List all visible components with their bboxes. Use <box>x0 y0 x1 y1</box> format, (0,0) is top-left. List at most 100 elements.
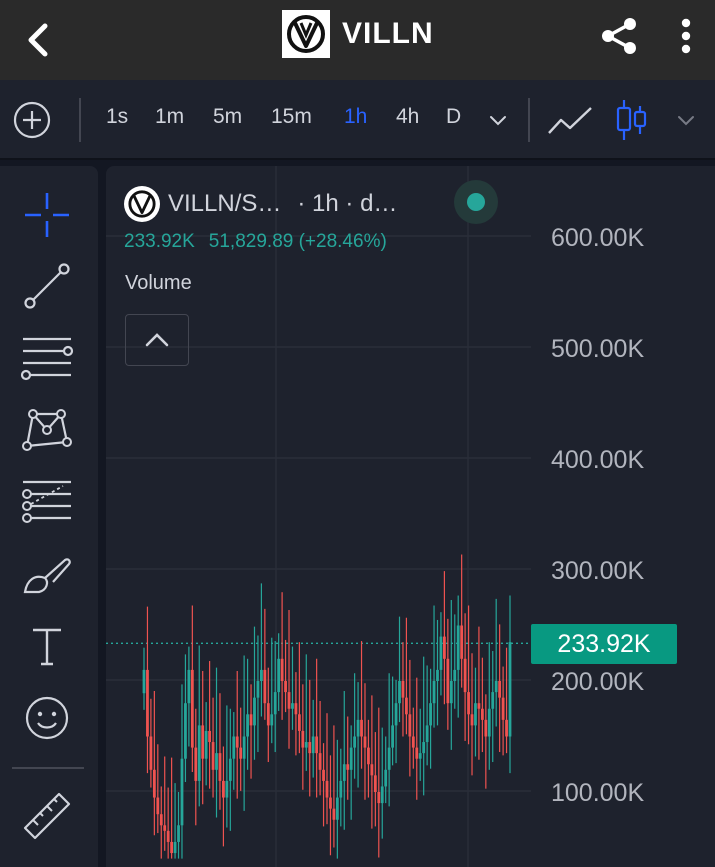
candlestick-icon <box>616 100 647 140</box>
share-button[interactable] <box>598 14 642 58</box>
more-menu-button[interactable] <box>666 14 706 58</box>
candle-body <box>339 780 343 798</box>
volume-study-label[interactable]: Volume <box>125 272 192 295</box>
candle-body <box>494 681 498 693</box>
candle-body <box>308 742 312 754</box>
emoji-tool[interactable] <box>18 690 76 746</box>
candle-body <box>152 769 156 798</box>
candle-body <box>142 669 146 694</box>
candle-body <box>311 736 315 754</box>
candle-body <box>360 719 363 737</box>
timeframe-dropdown-button[interactable] <box>486 108 510 132</box>
candle-body <box>484 719 488 737</box>
candlestick-chart-button[interactable] <box>615 98 649 142</box>
ruler-icon <box>23 792 71 840</box>
timeframe-4h[interactable]: 4h <box>396 105 419 129</box>
timeframe-1s[interactable]: 1s <box>106 105 128 129</box>
candle-body <box>215 753 218 770</box>
price-axis-label: 300.00K <box>551 557 645 585</box>
timeframe-1m[interactable]: 1m <box>155 105 184 129</box>
candle-body <box>146 669 149 737</box>
candle-body <box>208 730 212 743</box>
fib-retracement-tool[interactable] <box>18 472 76 528</box>
candle-body <box>263 669 267 704</box>
candle-body <box>501 697 505 720</box>
pattern-icon <box>22 409 72 451</box>
candle-body <box>318 753 322 770</box>
pattern-tool[interactable] <box>18 400 76 456</box>
candle-body <box>508 642 512 737</box>
candle-body <box>411 736 415 748</box>
candle-body <box>380 786 384 804</box>
ruler-tool[interactable] <box>18 788 76 844</box>
candle-body <box>184 703 187 759</box>
candle-body <box>259 669 263 681</box>
price-axis-label: 400.00K <box>551 446 645 474</box>
candle-body <box>322 769 325 781</box>
price-axis-label: 600.00K <box>551 224 645 252</box>
candle-body <box>284 681 287 693</box>
timeframe-15m[interactable]: 15m <box>271 105 312 129</box>
candle-body <box>463 658 467 693</box>
candle-body <box>235 736 239 748</box>
price-axis-label: 500.00K <box>551 335 645 363</box>
candle-body <box>439 636 443 670</box>
text-tool[interactable] <box>18 618 76 674</box>
candle-body <box>173 841 177 854</box>
back-button[interactable] <box>18 20 58 60</box>
candle-body <box>270 714 274 726</box>
chart-panel[interactable]: VILLN/S… · 1h · d… 233.92K 51,829.89 (+2… <box>106 166 715 867</box>
brand-name: VILLN <box>342 17 434 50</box>
crosshair-tool[interactable] <box>18 187 76 243</box>
candle-body <box>432 681 436 704</box>
candle-body <box>418 753 422 759</box>
candle-body <box>367 747 370 765</box>
candle-body <box>460 625 464 659</box>
candle-body <box>401 681 405 698</box>
candle-body <box>453 669 457 681</box>
candle-body <box>266 703 270 726</box>
brush-icon <box>23 558 71 594</box>
chart-type-dropdown-button[interactable] <box>674 108 698 132</box>
candle-body <box>470 714 474 726</box>
collapse-legend-button[interactable] <box>125 314 189 366</box>
price-chart[interactable] <box>106 166 715 867</box>
add-symbol-button[interactable] <box>12 100 52 140</box>
brand-logo <box>282 10 330 58</box>
candle-body <box>315 736 319 754</box>
candle-body <box>242 736 246 759</box>
symbol-logo <box>124 186 160 222</box>
trend-line-icon <box>24 263 70 309</box>
candle-body <box>370 764 374 776</box>
candle-body <box>332 808 336 820</box>
share-icon <box>602 18 636 54</box>
candle-body <box>156 797 160 815</box>
horizontal-lines-tool[interactable] <box>18 329 76 385</box>
brush-tool[interactable] <box>18 548 76 604</box>
crosshair-icon <box>25 193 69 237</box>
candle-body <box>408 714 412 737</box>
horizontal-lines-icon <box>20 337 74 381</box>
candle-body <box>335 797 339 820</box>
candle-body <box>204 730 208 759</box>
candle-body <box>253 697 256 726</box>
chevron-down-icon <box>678 116 694 126</box>
candle-body <box>394 703 398 726</box>
candle-body <box>211 742 215 770</box>
trend-line-tool[interactable] <box>18 258 76 314</box>
candle-body <box>197 725 201 781</box>
candle-body <box>415 747 419 759</box>
candle-body <box>487 708 491 737</box>
candle-body <box>449 681 453 704</box>
candle-body <box>166 830 170 842</box>
market-status-indicator[interactable] <box>454 180 498 224</box>
candle-body <box>446 658 450 704</box>
symbol-name[interactable]: VILLN/S… <box>168 190 281 218</box>
timeframe-5m[interactable]: 5m <box>213 105 242 129</box>
timeframe-d[interactable]: D <box>446 105 461 129</box>
timeframe-1h[interactable]: 1h <box>344 105 367 129</box>
candle-body <box>297 714 301 731</box>
line-chart-button[interactable] <box>546 100 594 140</box>
chevron-left-icon <box>28 23 48 57</box>
candle-body <box>291 703 294 709</box>
